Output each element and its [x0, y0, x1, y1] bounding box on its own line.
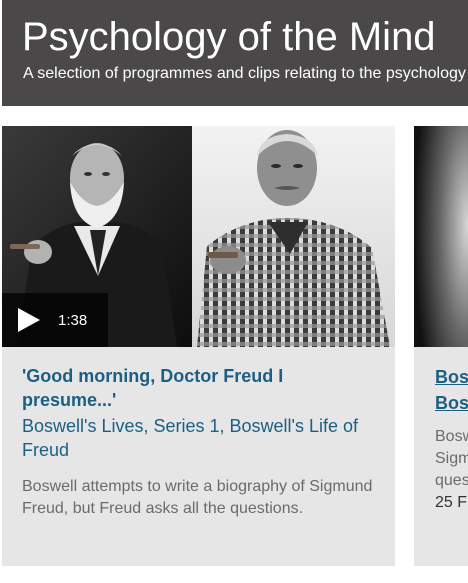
page-title: Psychology of the Mind: [22, 15, 436, 59]
broadcast-date: 25 F: [435, 494, 468, 511]
series-link[interactable]: Boswell's Lives, Series 1, Boswell's Lif…: [22, 414, 377, 462]
clip-description: Boswell attempts to write a biography of…: [22, 478, 373, 517]
thumbnail-image: [414, 126, 468, 347]
clip-card[interactable]: 1:38 'Good morning, Doctor Freud I presu…: [2, 126, 395, 566]
clip-description-line: Sigm: [435, 450, 468, 467]
clip-card[interactable]: Bos Bos Bosw Sigm ques 25 F: [414, 126, 468, 566]
card-body: Bos Bos Bosw Sigm ques 25 F: [435, 364, 468, 514]
clip-description-line: ques: [435, 472, 468, 489]
collection-header: Psychology of the Mind A selection of pr…: [2, 0, 468, 106]
series-link[interactable]: Bos: [435, 390, 468, 416]
play-button[interactable]: 1:38: [2, 293, 108, 347]
clip-title-link[interactable]: 'Good morning, Doctor Freud I presume...…: [22, 364, 377, 412]
page-subtitle: A selection of programmes and clips rela…: [23, 65, 468, 82]
clip-duration: 1:38: [58, 311, 88, 329]
card-body: 'Good morning, Doctor Freud I presume...…: [22, 364, 377, 520]
clip-title-link[interactable]: Bos: [435, 364, 468, 390]
clip-thumbnail[interactable]: 1:38: [2, 126, 395, 347]
clip-thumbnail[interactable]: [414, 126, 468, 347]
play-icon: [18, 308, 40, 332]
clip-description-line: Bosw: [435, 428, 468, 445]
